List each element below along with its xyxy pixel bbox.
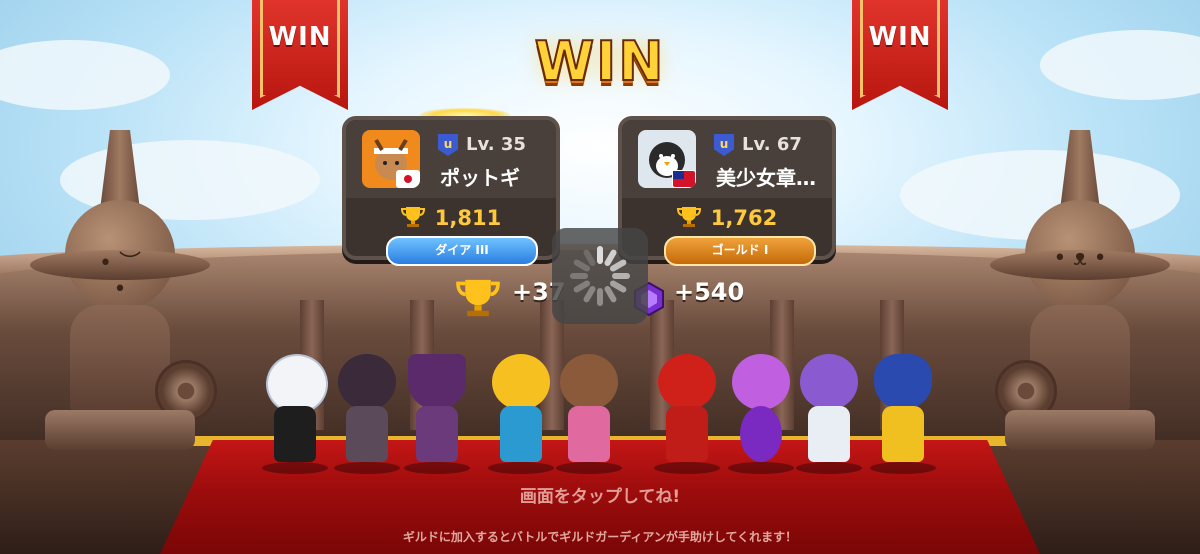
statue-face: • ︶ • xyxy=(99,251,141,302)
statue-face: • ᴥ • xyxy=(1053,246,1107,271)
gladiator-statue-left: • ︶ • xyxy=(30,130,217,460)
spinner-spoke xyxy=(597,246,603,264)
player-avatar xyxy=(362,130,420,188)
guild-hint-text: ギルドに加入するとバトルでギルドガーディアンが手助けしてくれます！ xyxy=(402,530,798,544)
spinner-spoke xyxy=(597,288,603,306)
statue-base xyxy=(1005,410,1155,450)
gladiator-statue-right: • ᴥ • xyxy=(990,130,1170,460)
rank-badge-diamond: ダイア III xyxy=(386,236,538,266)
player-name: ポットギ xyxy=(440,166,520,190)
result-title: WIN xyxy=(534,29,666,94)
character-shadow xyxy=(654,462,720,474)
trophy-icon xyxy=(400,207,425,227)
character-head xyxy=(732,354,790,410)
taiwan-flag-icon xyxy=(672,170,696,188)
character-top-hat xyxy=(404,354,470,474)
character-head xyxy=(338,354,396,410)
player-trophy-count: 1,762 xyxy=(622,206,832,230)
character-head xyxy=(266,354,328,414)
character-head xyxy=(408,354,466,410)
spinner-spoke xyxy=(570,273,588,279)
character-shadow xyxy=(404,462,470,474)
character-cat-officer xyxy=(654,354,720,474)
player-avatar xyxy=(638,130,696,188)
character-head xyxy=(560,354,618,410)
character-body xyxy=(882,406,924,462)
trophy-value: 1,811 xyxy=(434,206,502,230)
character-body xyxy=(416,406,458,462)
gem-reward-value: +540 xyxy=(674,278,745,306)
character-head xyxy=(800,354,858,410)
character-purple-egg xyxy=(728,354,794,474)
player-name: 美少女章… xyxy=(716,166,816,190)
character-shadow xyxy=(334,462,400,474)
character-brown-bear xyxy=(556,354,630,474)
character-body xyxy=(568,406,610,462)
rank-badge-gold: ゴールド I xyxy=(664,236,816,266)
character-head xyxy=(874,354,932,410)
character-pharaoh-bear xyxy=(870,354,936,474)
player-trophy-count: 1,811 xyxy=(346,206,556,230)
character-bird-painter xyxy=(488,354,554,474)
character-shadow xyxy=(728,462,794,474)
character-body xyxy=(666,406,708,462)
loading-spinner xyxy=(552,228,648,324)
statue-base xyxy=(45,410,195,450)
character-body xyxy=(808,406,850,462)
character-head xyxy=(658,354,716,410)
player-level: Lv. 67 xyxy=(742,134,802,155)
battle-result-screen[interactable]: • ︶ • • ᴥ • WIN WIN WIN u Lv. 35 ポットギ 1,… xyxy=(0,0,1200,554)
character-shadow xyxy=(870,462,936,474)
spinner-spoke xyxy=(612,273,630,279)
character-shadow xyxy=(262,462,328,474)
tap-to-continue-text: 画面をタップしてね! xyxy=(519,487,681,507)
character-head xyxy=(492,354,550,410)
character-body xyxy=(274,406,316,462)
reward-trophy-icon xyxy=(456,279,500,317)
character-body xyxy=(500,406,542,462)
japan-flag-icon xyxy=(396,170,420,188)
character-purple-hair xyxy=(796,354,862,474)
character-shadow xyxy=(796,462,862,474)
character-white-hair xyxy=(262,354,328,474)
trophy-value: 1,762 xyxy=(710,206,778,230)
character-shadow xyxy=(488,462,554,474)
character-shadow xyxy=(556,462,622,474)
character-dark-hair xyxy=(334,354,400,474)
player-level: Lv. 35 xyxy=(466,134,526,155)
character-body xyxy=(346,406,388,462)
trophy-icon xyxy=(676,207,701,227)
character-body xyxy=(740,406,782,462)
